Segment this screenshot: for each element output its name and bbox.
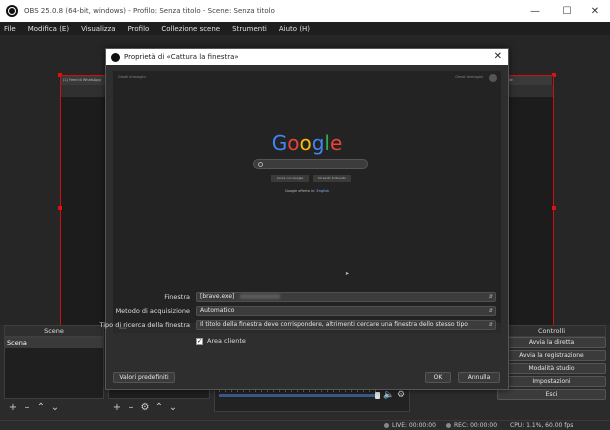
google-search-button: Cerca con Google [271, 175, 309, 182]
preview-header-right: Gmail Immagini [455, 75, 483, 79]
start-recording-button[interactable]: Avvia la registrazione [497, 350, 606, 361]
match-priority-row: Tipo di ricerca della finestra Il titolo… [99, 320, 510, 330]
gear-icon[interactable]: ⚙ [397, 390, 405, 400]
sources-toolbar: + – ⚙ ⌃ ⌄ [110, 402, 180, 414]
feeling-lucky-button: Mi sento fortunato [313, 175, 351, 182]
scenes-toolbar: + – ⌃ ⌄ [6, 402, 62, 414]
match-priority-select[interactable]: Il titolo della finestra deve corrispond… [196, 320, 496, 330]
audio-mixer: 🔈 ⚙ [214, 387, 410, 412]
studio-mode-button[interactable]: Modalità studio [497, 363, 606, 374]
add-scene-icon[interactable]: + [6, 402, 20, 414]
volume-slider-handle[interactable] [375, 392, 380, 399]
menu-view[interactable]: Visualizza [81, 25, 115, 33]
dialog-title: Proprietà di «Cattura la finestra» [124, 53, 239, 61]
exit-button[interactable]: Esci [497, 389, 606, 400]
window-title: OBS 25.0.8 (64-bit, windows) - Profilo: … [24, 7, 275, 15]
search-input [253, 159, 368, 169]
google-logo-letter: G [271, 131, 288, 155]
move-down-icon[interactable]: ⌄ [166, 402, 180, 414]
menu-help[interactable]: Aiuto (H) [279, 25, 310, 33]
add-source-icon[interactable]: + [110, 402, 124, 414]
maximize-icon[interactable]: ☐ [552, 0, 582, 22]
capture-method-row: Metodo di acquisizione Automatico ⇵ [106, 306, 510, 316]
live-indicator-icon [384, 423, 389, 428]
remove-source-icon[interactable]: – [124, 402, 138, 414]
title-bar: OBS 25.0.8 (64-bit, windows) - Profilo: … [0, 0, 610, 22]
speaker-muted-icon[interactable]: 🔈 [383, 390, 394, 400]
capture-method-value: Automatico [200, 307, 235, 314]
language-link: English [316, 189, 330, 193]
close-icon[interactable]: ✕ [494, 51, 502, 62]
menu-file[interactable]: File [4, 25, 16, 33]
obs-logo-icon [111, 52, 120, 62]
mouse-cursor-icon: ➤ [345, 271, 350, 277]
rec-timer: REC: 00:00:00 [454, 422, 498, 429]
defaults-button[interactable]: Valori predefiniti [113, 372, 175, 383]
dropdown-arrow-icon: ⇵ [488, 321, 493, 329]
capture-method-label: Metodo di acquisizione [115, 307, 190, 315]
menu-scene-collection[interactable]: Collezione scene [161, 25, 220, 33]
language-line: Google offerto in: English [113, 189, 501, 193]
google-logo: Google [113, 131, 501, 155]
minimize-icon[interactable]: — [520, 0, 550, 22]
dialog-title-bar: Proprietà di «Cattura la finestra» ✕ [106, 49, 508, 65]
client-area-label: Area cliente [207, 337, 246, 345]
live-timer: LIVE: 00:00:00 [392, 422, 436, 429]
status-bar: LIVE: 00:00:00 REC: 00:00:00 CPU: 1.1%, … [0, 420, 610, 430]
remove-scene-icon[interactable]: – [20, 402, 34, 414]
resize-handle[interactable] [58, 206, 62, 210]
live-status: LIVE: 00:00:00 [384, 422, 436, 430]
client-area-row: ✓ Area cliente [196, 336, 246, 346]
client-area-checkbox[interactable]: ✓ [196, 337, 203, 345]
ok-button[interactable]: OK [425, 372, 451, 383]
match-priority-label: Tipo di ricerca della finestra [99, 321, 190, 329]
avatar [489, 74, 497, 82]
google-logo-letter: o [299, 131, 312, 155]
menu-tools[interactable]: Strumenti [232, 25, 267, 33]
window-select[interactable]: [brave.exe] ⇵ [196, 292, 496, 302]
window-value: [brave.exe] [200, 293, 235, 300]
window-label: Finestra [164, 293, 190, 301]
dropdown-arrow-icon: ⇵ [488, 308, 493, 314]
menu-bar: File Modifica (E) Visualizza Profilo Col… [0, 22, 610, 35]
properties-dialog: Proprietà di «Cattura la finestra» ✕ Gma… [99, 48, 510, 390]
preview-header-left: Gmail Immagini [118, 75, 146, 79]
obs-logo-icon [6, 5, 18, 17]
volume-slider-track[interactable] [219, 394, 379, 397]
controls-dock-title: Controlli [497, 325, 606, 337]
source-settings-icon[interactable]: ⚙ [138, 402, 152, 414]
start-streaming-button[interactable]: Avvia la diretta [497, 337, 606, 348]
dropdown-arrow-icon: ⇵ [488, 294, 493, 300]
google-logo-letter: g [311, 131, 325, 155]
scenes-dock-title: Scene [4, 325, 104, 337]
rec-indicator-icon [446, 423, 451, 428]
menu-profile[interactable]: Profilo [128, 25, 150, 33]
capture-method-select[interactable]: Automatico ⇵ [196, 306, 496, 316]
resize-handle[interactable] [552, 206, 556, 210]
redacted-text [240, 294, 281, 299]
close-icon[interactable]: ✕ [580, 0, 610, 22]
language-prefix: Google offerto in: [284, 189, 316, 193]
settings-button[interactable]: Impostazioni [497, 376, 606, 387]
rec-status: REC: 00:00:00 [446, 422, 497, 430]
move-up-icon[interactable]: ⌃ [152, 402, 166, 414]
cancel-button[interactable]: Annulla [458, 372, 500, 383]
scenes-list[interactable]: Scena [4, 337, 104, 399]
match-priority-value: Il titolo della finestra deve corrispond… [200, 321, 468, 328]
google-logo-letter: o [287, 131, 300, 155]
obs-window: OBS 25.0.8 (64-bit, windows) - Profilo: … [0, 0, 610, 430]
move-down-icon[interactable]: ⌄ [48, 402, 62, 414]
window-row: Finestra [brave.exe] ⇵ [106, 292, 510, 302]
scene-item[interactable]: Scena [5, 338, 103, 348]
menu-edit[interactable]: Modifica (E) [28, 25, 69, 33]
cpu-status: CPU: 1.1%, 60.00 fps [510, 422, 574, 429]
google-logo-letter: e [329, 131, 343, 155]
controls-panel: Avvia la diretta Avvia la registrazione … [497, 337, 606, 402]
move-up-icon[interactable]: ⌃ [34, 402, 48, 414]
